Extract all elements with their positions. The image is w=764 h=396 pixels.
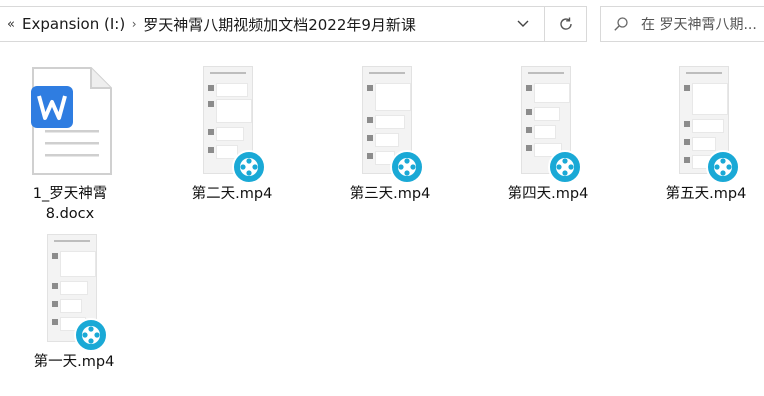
breadcrumb-drive[interactable]: Expansion (I:) [22, 15, 125, 33]
double-chevron-left-icon[interactable]: « [0, 17, 22, 32]
file-name: 第二天.mp4 [191, 186, 273, 202]
file-name: 第三天.mp4 [349, 186, 431, 202]
search-icon [601, 16, 641, 32]
file-name-extension: 8.docx [45, 206, 95, 222]
file-name: 第一天.mp4 [33, 354, 115, 370]
video-reel-icon [232, 150, 266, 184]
word-document-icon [31, 67, 112, 175]
search-input[interactable]: 在 罗天神霄八期... [641, 14, 757, 34]
chevron-down-icon[interactable] [516, 16, 530, 30]
file-name: 第五天.mp4 [665, 186, 747, 202]
address-bar[interactable]: « Expansion (I:) › 罗天神霄八期视频加文档2022年9月新课 [0, 6, 545, 42]
video-reel-icon [706, 150, 740, 184]
search-box[interactable]: 在 罗天神霄八期... [600, 6, 764, 42]
breadcrumb-folder[interactable]: 罗天神霄八期视频加文档2022年9月新课 [143, 14, 416, 35]
file-name: 1_罗天神霄 [32, 186, 108, 202]
refresh-button[interactable] [545, 6, 587, 42]
file-name: 第四天.mp4 [507, 186, 589, 202]
video-reel-icon [548, 150, 582, 184]
breadcrumb-separator-icon[interactable]: › [125, 17, 143, 31]
refresh-icon [559, 17, 572, 30]
video-reel-icon [74, 318, 108, 352]
video-reel-icon [390, 150, 424, 184]
